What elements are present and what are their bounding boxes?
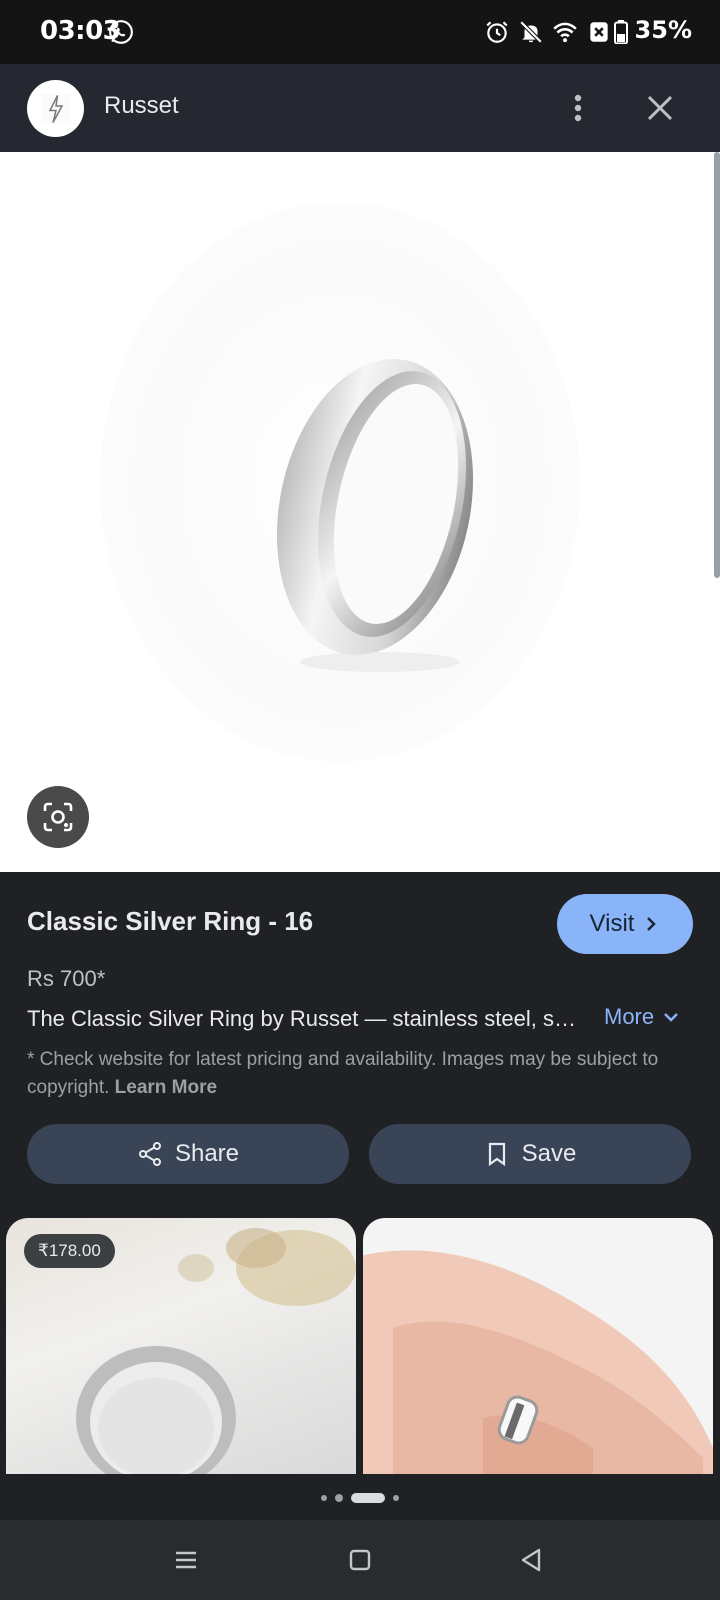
- product-image[interactable]: [0, 152, 720, 872]
- lens-icon: [43, 802, 73, 832]
- more-button[interactable]: More: [604, 1004, 680, 1030]
- carousel-dot-active: [351, 1493, 385, 1503]
- share-icon: [138, 1142, 161, 1166]
- save-label: Save: [521, 1140, 577, 1167]
- carousel-dot: [321, 1495, 327, 1501]
- bell-off-icon: [519, 20, 543, 44]
- more-label: More: [604, 1004, 655, 1029]
- share-button[interactable]: Share: [27, 1124, 349, 1184]
- carousel-dot: [335, 1494, 343, 1502]
- app-bar: Russet: [0, 64, 720, 152]
- close-icon[interactable]: [640, 88, 680, 128]
- scrollbar[interactable]: [714, 152, 720, 578]
- more-vert-icon[interactable]: [560, 88, 596, 128]
- back-icon[interactable]: [515, 1544, 547, 1576]
- recents-icon[interactable]: [170, 1544, 202, 1576]
- system-nav-bar: [0, 1520, 720, 1600]
- ring-image: [276, 358, 474, 672]
- chevron-right-icon: [647, 917, 657, 931]
- lightning-icon: [40, 93, 71, 124]
- learn-more-link[interactable]: Learn More: [115, 1077, 217, 1098]
- product-price: Rs 700*: [27, 966, 106, 991]
- battery-percent: 35%: [634, 16, 692, 44]
- status-bar: 03:03 35%: [0, 0, 720, 64]
- related-item[interactable]: ₹178.00: [6, 1218, 356, 1474]
- home-icon[interactable]: [344, 1544, 376, 1576]
- battery-icon: [614, 20, 628, 44]
- share-label: Share: [174, 1140, 240, 1167]
- chevron-down-icon: [664, 1013, 678, 1022]
- site-name: Russet: [104, 92, 179, 119]
- save-button[interactable]: Save: [369, 1124, 691, 1184]
- price-badge: ₹178.00: [24, 1234, 115, 1268]
- whatsapp-icon: [109, 20, 133, 44]
- bookmark-icon: [488, 1142, 505, 1167]
- visit-button[interactable]: Visit: [557, 894, 693, 954]
- related-images: ₹178.00: [0, 1218, 720, 1474]
- wifi-icon: [553, 22, 577, 43]
- product-title: Classic Silver Ring - 16: [27, 906, 314, 936]
- carousel-indicator: [0, 1490, 720, 1506]
- status-icons: [484, 19, 612, 45]
- disclaimer: * Check website for latest pricing and a…: [27, 1046, 693, 1102]
- carousel-dot: [393, 1495, 399, 1501]
- visit-label: Visit: [589, 910, 635, 937]
- product-description: The Classic Silver Ring by Russet — stai…: [27, 1006, 587, 1031]
- alarm-icon: [486, 21, 508, 43]
- data-off-icon: [590, 22, 608, 42]
- hands-thumbnail: [363, 1250, 713, 1474]
- site-logo: [27, 80, 84, 137]
- lens-button[interactable]: [27, 786, 89, 848]
- related-item[interactable]: [363, 1218, 713, 1474]
